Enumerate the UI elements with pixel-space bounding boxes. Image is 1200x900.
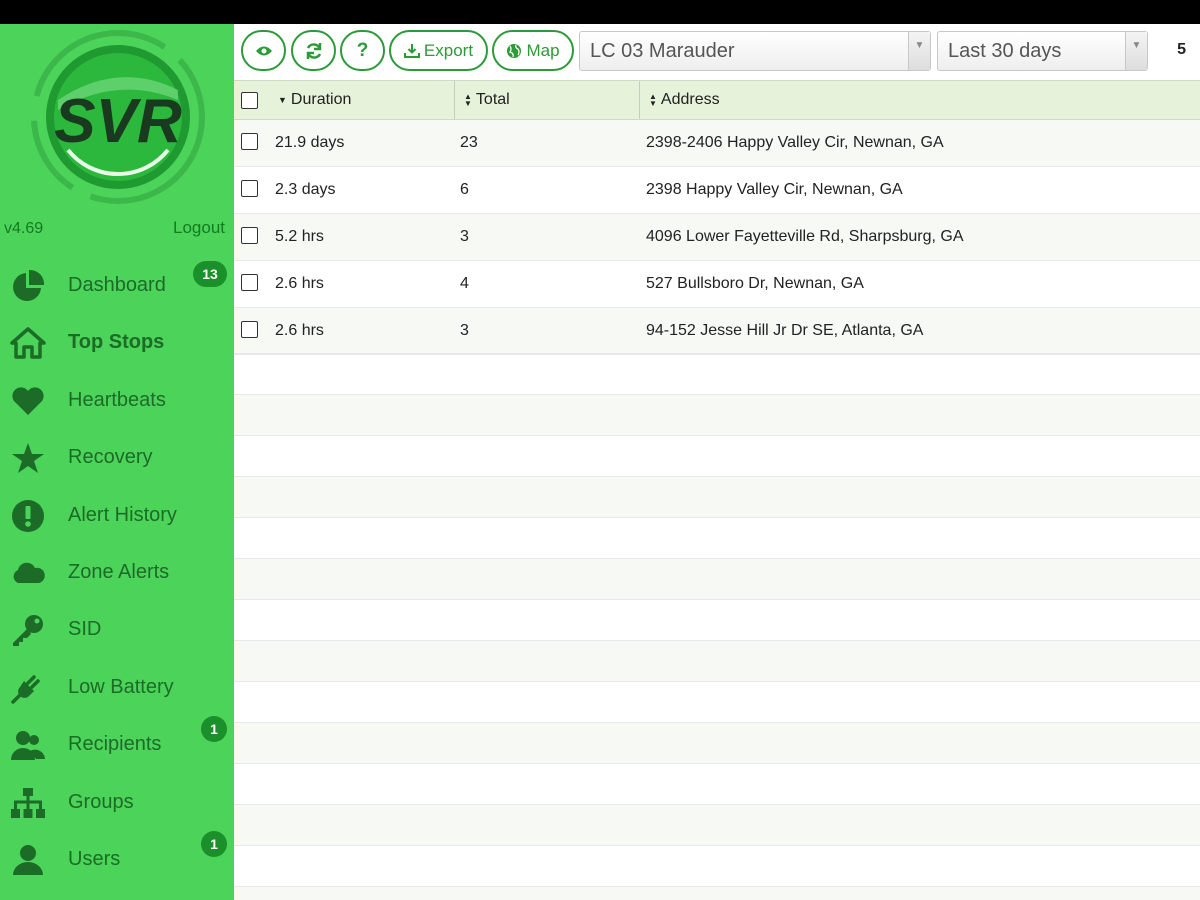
address-cell: 94-152 Jesse Hill Jr Dr SE, Atlanta, GA [646,322,924,339]
table-row[interactable]: 2.6 hrs 4 527 Bullsboro Dr, Newnan, GA [234,261,1200,308]
sidebar-item-zone-alerts[interactable]: Zone Alerts [0,544,234,601]
address-cell: 2398-2406 Happy Valley Cir, Newnan, GA [646,134,944,151]
row-checkbox[interactable] [241,227,258,244]
sidebar-item-dashboard[interactable]: Dashboard 13 [0,257,234,314]
sidebar: SVR v4.69 Logout Dashboard 13 Top Stops … [0,24,234,900]
plug-icon [10,671,46,705]
total-cell: 6 [460,181,469,198]
user-icon [10,843,46,877]
table-row[interactable]: 21.9 days 23 2398-2406 Happy Valley Cir,… [234,120,1200,167]
question-icon: ? [356,39,369,61]
sidebar-item-recovery[interactable]: Recovery [0,429,234,486]
sidebar-item-label: Low Battery [68,675,174,698]
address-cell: 527 Bullsboro Dr, Newnan, GA [646,275,864,292]
sidebar-item-users[interactable]: Users 1 [0,830,234,888]
sidebar-item-label: Heartbeats [68,388,166,411]
sidebar-item-label: Recovery [68,446,153,469]
svg-text:SVR: SVR [54,87,182,156]
logout-link[interactable]: Logout [173,218,225,238]
duration-cell: 2.3 days [275,181,336,198]
main-content: ? Export Map LC 03 Marauder ▼ Last 30 da… [234,24,1200,900]
sidebar-item-alert-history[interactable]: Alert History [0,487,234,544]
sidebar-item-label: Groups [68,790,134,813]
total-cell: 3 [460,228,469,245]
key-icon [10,613,46,647]
result-count: 5 [1177,41,1186,58]
sidebar-item-label: Zone Alerts [68,560,170,583]
view-button[interactable] [241,30,286,71]
sidebar-nav: Dashboard 13 Top Stops Heartbeats Recove… [0,257,234,888]
heart-icon [10,384,46,418]
map-button[interactable]: Map [492,30,574,71]
notification-badge: 13 [193,261,227,287]
row-checkbox[interactable] [241,180,258,197]
exclamation-icon [10,499,46,533]
table-body: 21.9 days 23 2398-2406 Happy Valley Cir,… [234,120,1200,355]
date-range-value: Last 30 days [948,39,1062,62]
duration-cell: 5.2 hrs [275,228,324,245]
export-label: Export [423,40,474,60]
eye-icon [255,46,272,55]
status-bar [0,0,1200,24]
help-button[interactable]: ? [340,30,385,71]
column-header-address[interactable]: ▲ ▼ Address [649,81,720,119]
sidebar-item-label: Recipients [68,733,162,756]
globe-icon [507,43,522,58]
dropdown-arrow-icon: ▼ [908,32,930,70]
column-header-total[interactable]: ▲ ▼ Total [464,81,510,119]
table-row[interactable]: 2.3 days 6 2398 Happy Valley Cir, Newnan… [234,167,1200,214]
row-checkbox[interactable] [241,133,258,150]
duration-cell: 21.9 days [275,134,345,151]
svr-logo: SVR [31,30,205,204]
duration-cell: 2.6 hrs [275,275,324,292]
notification-badge: 1 [201,716,227,743]
total-cell: 4 [460,275,469,292]
toolbar: ? Export Map LC 03 Marauder ▼ Last 30 da… [234,24,1200,80]
date-range-select[interactable]: Last 30 days ▼ [937,31,1148,71]
sidebar-item-label: SID [68,618,102,641]
vehicle-select[interactable]: LC 03 Marauder ▼ [579,31,931,71]
select-all-checkbox[interactable] [241,81,258,119]
sidebar-item-label: Top Stops [68,331,165,354]
table-row[interactable]: 2.6 hrs 3 94-152 Jesse Hill Jr Dr SE, At… [234,308,1200,355]
table-header: ▼ Duration ▲ ▼ Total ▲ ▼ Address [234,80,1200,120]
version-label: v4.69 [4,220,44,237]
row-checkbox[interactable] [241,321,258,338]
users-icon [10,728,46,762]
star-icon [10,441,46,475]
address-cell: 4096 Lower Fayetteville Rd, Sharpsburg, … [646,228,964,245]
refresh-icon [306,42,321,59]
sidebar-item-low-battery[interactable]: Low Battery [0,659,234,716]
sitemap-icon [10,786,46,820]
export-button[interactable]: Export [389,30,488,71]
cloud-icon [10,556,46,590]
sidebar-item-heartbeats[interactable]: Heartbeats [0,372,234,429]
home-icon [10,326,46,360]
address-cell: 2398 Happy Valley Cir, Newnan, GA [646,181,903,198]
sidebar-item-label: Dashboard [68,274,166,296]
sidebar-item-groups[interactable]: Groups [0,774,234,831]
refresh-button[interactable] [291,30,336,71]
pie-chart-icon [10,269,46,303]
sidebar-item-top-stops[interactable]: Top Stops [0,314,234,371]
total-cell: 3 [460,322,469,339]
duration-cell: 2.6 hrs [275,322,324,339]
sidebar-item-label: Alert History [68,503,177,526]
dropdown-arrow-icon: ▼ [1125,32,1147,70]
column-header-duration[interactable]: ▼ Duration [278,81,351,119]
vehicle-select-value: LC 03 Marauder [590,39,735,62]
table-row[interactable]: 5.2 hrs 3 4096 Lower Fayetteville Rd, Sh… [234,214,1200,261]
sidebar-item-label: Users [68,847,121,870]
row-checkbox[interactable] [241,274,258,291]
sidebar-item-sid[interactable]: SID [0,601,234,658]
sort-icon: ▲ ▼ [649,92,657,108]
notification-badge: 1 [201,830,227,857]
sort-icon: ▲ ▼ [464,92,472,108]
download-icon [403,43,420,58]
sort-desc-icon: ▼ [278,95,287,105]
sidebar-item-recipients[interactable]: Recipients 1 [0,716,234,773]
total-cell: 23 [460,134,478,151]
map-label: Map [526,40,560,60]
